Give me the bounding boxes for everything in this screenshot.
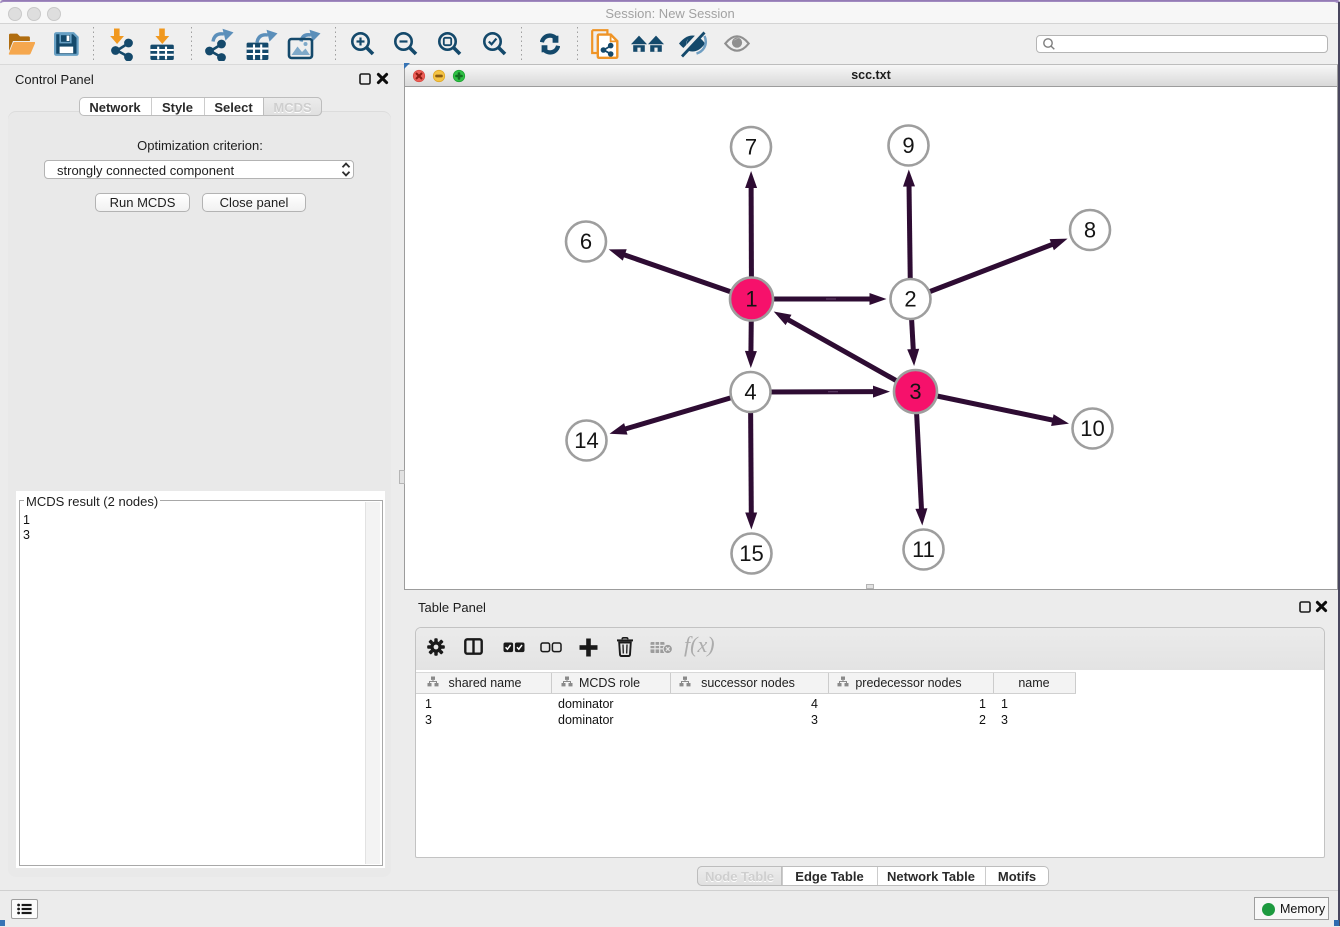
svg-text:3: 3 — [909, 379, 921, 404]
svg-text:11: 11 — [912, 537, 935, 562]
svg-text:6: 6 — [580, 229, 592, 254]
svg-text:10: 10 — [1080, 416, 1104, 441]
svg-text:1: 1 — [745, 287, 757, 312]
svg-text:9: 9 — [902, 133, 914, 158]
svg-text:15: 15 — [739, 541, 763, 566]
svg-text:7: 7 — [745, 135, 757, 160]
svg-text:14: 14 — [574, 428, 598, 453]
svg-text:2: 2 — [904, 287, 916, 312]
svg-text:8: 8 — [1084, 218, 1096, 243]
svg-text:4: 4 — [744, 380, 756, 405]
